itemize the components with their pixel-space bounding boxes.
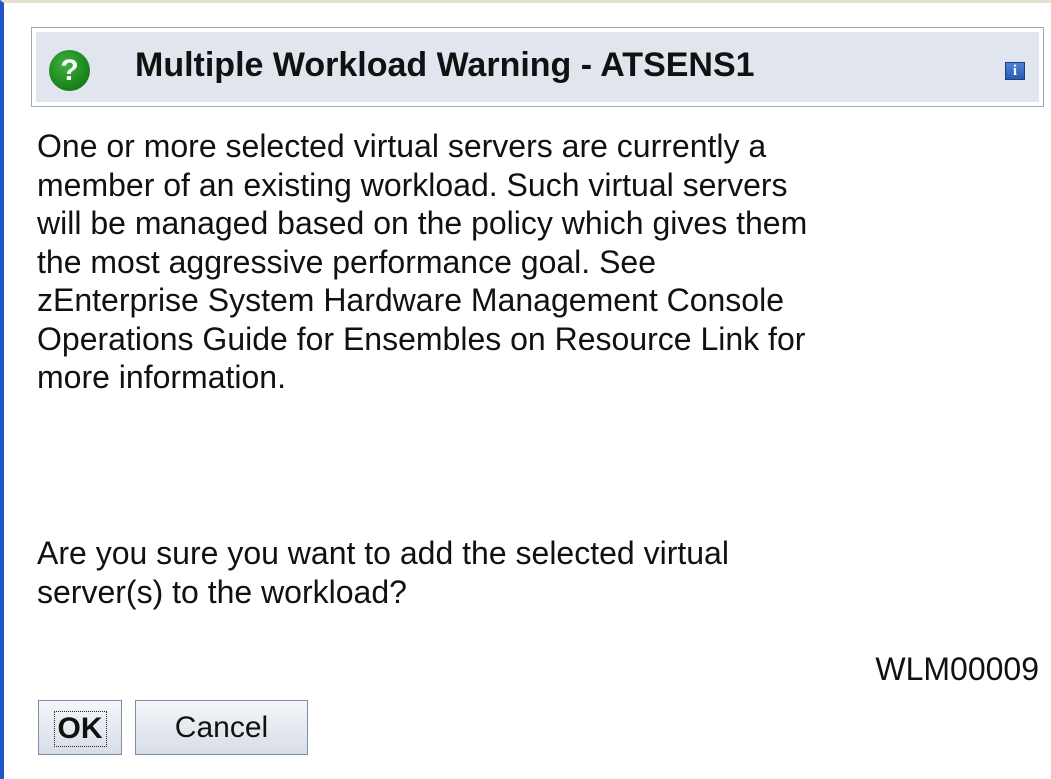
dialog-header: ? Multiple Workload Warning - ATSENS1 i [36,32,1039,102]
dialog-title: Multiple Workload Warning - ATSENS1 [135,46,755,84]
message-line: zEnterprise System Hardware Management C… [37,282,784,318]
message-line: the most aggressive performance goal. Se… [37,243,656,280]
message-line: Operations Guide for Ensembles on Resour… [37,320,806,357]
warning-dialog: ? Multiple Workload Warning - ATSENS1 i … [0,0,1051,779]
info-icon[interactable]: i [1005,62,1025,80]
question-line: server(s) to the workload? [37,573,407,610]
message-line: will be managed based on the policy whic… [37,205,808,241]
confirmation-question: Are you sure you want to add the selecte… [37,534,1037,611]
message-line: One or more selected virtual servers are… [37,128,767,164]
cancel-button[interactable]: Cancel [135,700,308,755]
ok-button-label: OK [53,711,107,748]
message-id: WLM00009 [875,651,1039,687]
warning-message: One or more selected virtual servers are… [37,127,1037,397]
question-help-icon[interactable]: ? [49,50,90,91]
message-line: member of an existing workload. Such vir… [37,166,788,203]
ok-button[interactable]: OK [38,700,122,755]
dialog-header-frame: ? Multiple Workload Warning - ATSENS1 i [31,27,1044,107]
message-line: more information. [37,359,286,395]
question-line: Are you sure you want to add the selecte… [37,535,729,571]
